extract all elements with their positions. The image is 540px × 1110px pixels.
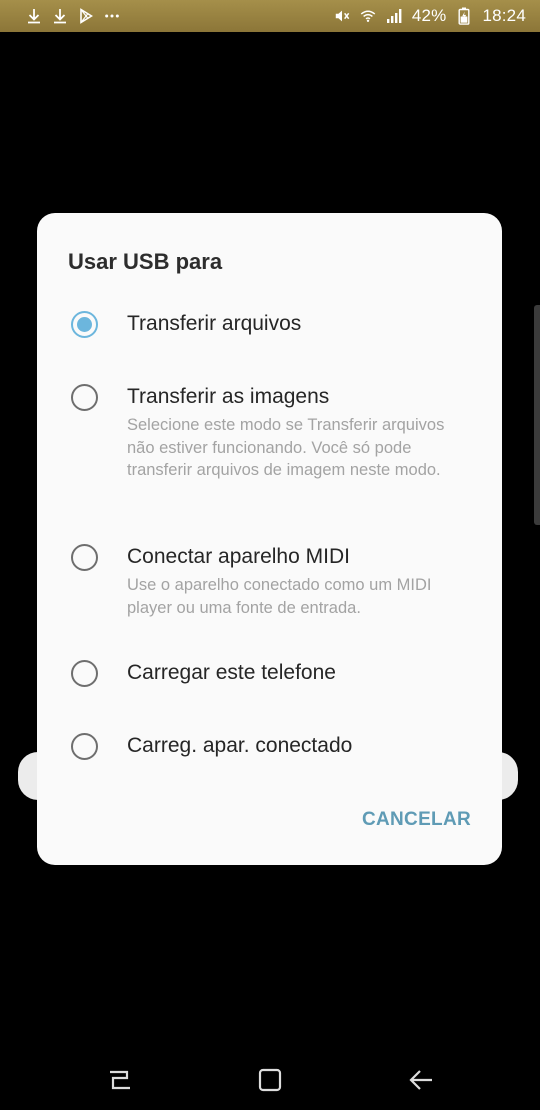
option-description: Use o aparelho conectado como um MIDI pl… [127, 576, 432, 617]
background-panel-edge [534, 305, 540, 525]
navigation-bar [0, 1050, 540, 1110]
option-label: Carreg. apar. conectado [127, 734, 353, 757]
radio-unselected-icon[interactable] [71, 384, 98, 411]
option-transfer-files[interactable]: Transferir arquivos [37, 311, 502, 361]
option-transfer-images[interactable]: Transferir as imagens Selecione este mod… [37, 384, 502, 509]
battery-percent: 42% [411, 6, 447, 25]
screen: 42% 18:24 Usar USB para Transferir arqui… [0, 0, 540, 1110]
option-description: Selecione este modo se Transferir arquiv… [127, 416, 445, 479]
battery-icon [456, 7, 472, 25]
mute-icon [334, 7, 350, 25]
option-midi-device[interactable]: Conectar aparelho MIDI Use o aparelho co… [37, 544, 502, 624]
system-status: 42% 18:24 [334, 6, 526, 26]
back-icon[interactable] [403, 1062, 439, 1098]
download-icon [26, 7, 42, 25]
option-charge-connected-device[interactable]: Carreg. apar. conectado [37, 733, 502, 773]
home-icon[interactable] [252, 1062, 288, 1098]
usb-mode-dialog: Usar USB para Transferir arquivos Transf… [37, 213, 502, 865]
play-store-icon [78, 7, 94, 25]
more-dots-icon [104, 7, 120, 25]
option-label: Carregar este telefone [127, 661, 336, 684]
cancel-button[interactable]: CANCELAR [362, 809, 471, 831]
status-bar: 42% 18:24 [0, 0, 540, 32]
radio-unselected-icon[interactable] [71, 660, 98, 687]
notification-icons [26, 7, 120, 25]
radio-unselected-icon[interactable] [71, 733, 98, 760]
option-label: Transferir arquivos [127, 312, 302, 335]
option-label: Conectar aparelho MIDI [127, 545, 350, 568]
option-label: Transferir as imagens [127, 385, 330, 408]
clock: 18:24 [482, 6, 526, 25]
wifi-icon [360, 7, 376, 25]
recent-apps-icon[interactable] [102, 1062, 138, 1098]
option-charge-phone[interactable]: Carregar este telefone [37, 660, 502, 700]
radio-unselected-icon[interactable] [71, 544, 98, 571]
signal-icon [386, 7, 402, 25]
dialog-title: Usar USB para [68, 249, 223, 274]
download-icon [52, 7, 68, 25]
radio-selected-icon[interactable] [71, 311, 98, 338]
